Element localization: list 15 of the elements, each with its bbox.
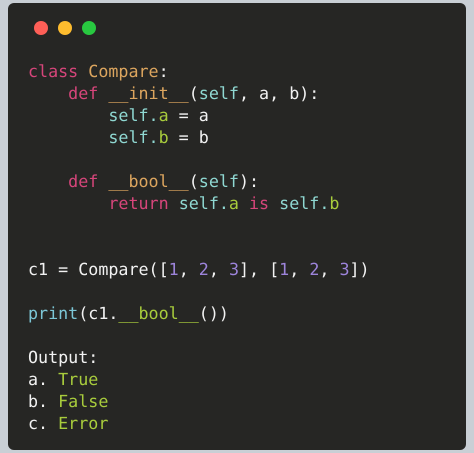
code-line: def __bool__(self): [68,170,260,192]
code-line: print(c1.__bool__()) [28,302,229,324]
code-line: b. False [28,390,108,412]
window-control-dot[interactable] [58,21,72,35]
code-line: c. Error [28,412,108,434]
window-control-dot[interactable] [34,21,48,35]
code-line: return self.a is self.b [108,192,340,214]
code-line: self.b = b [108,126,209,148]
code-line: self.a = a [108,104,209,126]
code-line: Output: [28,346,98,368]
code-line: c1 = Compare([1, 2, 3], [1, 2, 3]) [28,258,370,280]
code-line: a. True [28,368,98,390]
code-line: def __init__(self, a, b): [68,82,320,104]
window-control-dot[interactable] [82,21,96,35]
code-line: class Compare: [28,60,169,82]
